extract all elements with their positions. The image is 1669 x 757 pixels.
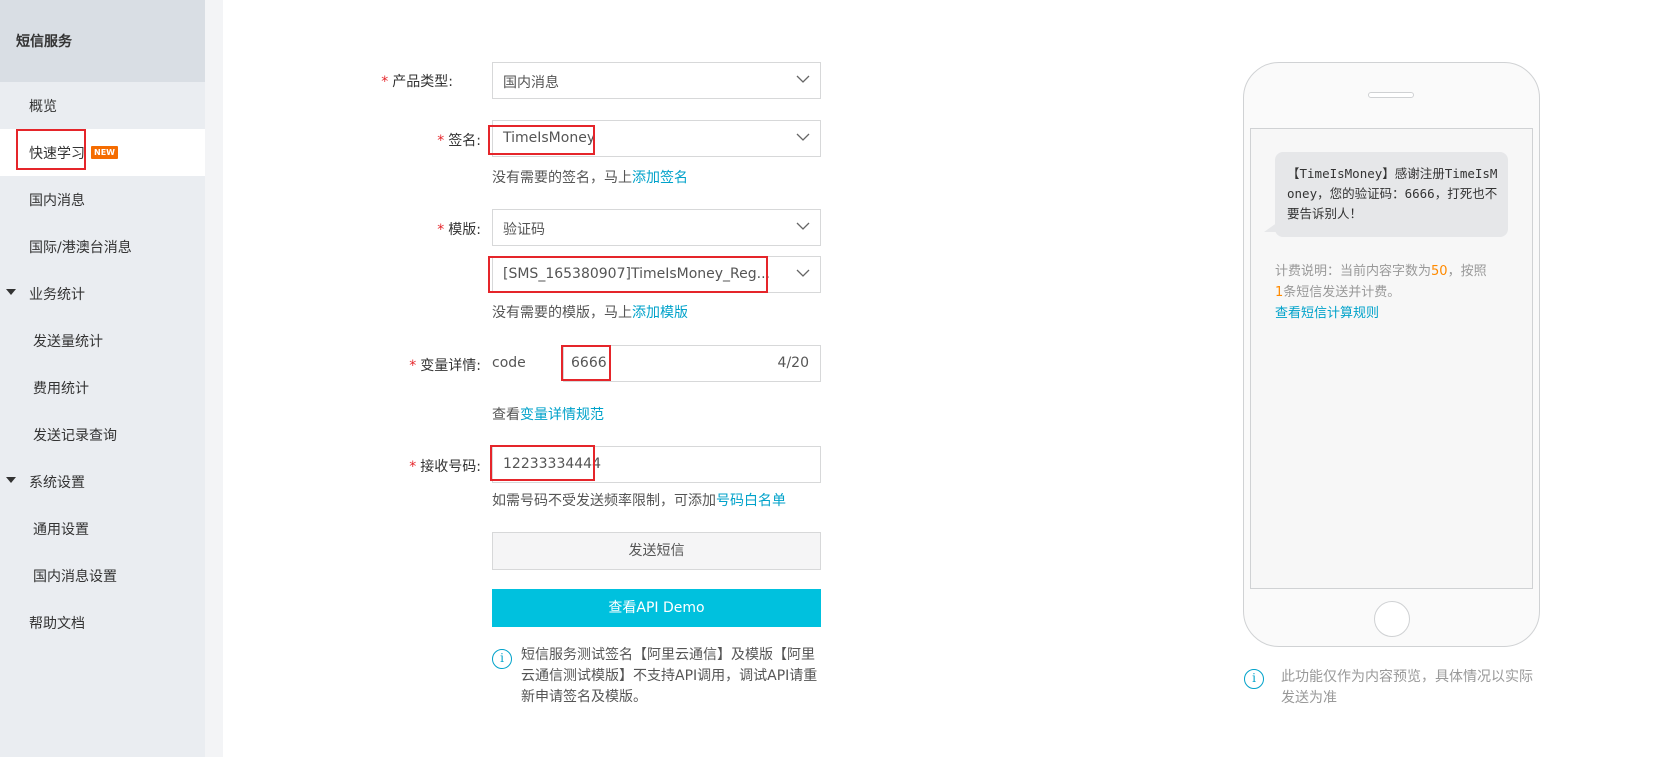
send-sms-button[interactable]: 发送短信 (492, 532, 821, 570)
select-value: 国内消息 (503, 75, 559, 91)
add-template-link[interactable]: 添加模版 (632, 305, 688, 321)
label-text: 接收号码: (420, 459, 481, 475)
new-badge: NEW (91, 146, 118, 159)
input-value: 6666 (571, 355, 607, 371)
sidebar-group-system-settings[interactable]: 系统设置 (0, 458, 205, 505)
fee-description: 计费说明：当前内容字数为50，按照 1条短信发送并计费。 查看短信计算规则 (1275, 261, 1515, 324)
sidebar-item-domestic[interactable]: 国内消息 (0, 176, 205, 223)
note-line: 发送为准 (1281, 690, 1337, 706)
message-text: 【TimeIsMoney】感谢注册TimeIsMoney，您的验证码：6666，… (1287, 166, 1498, 221)
hint-text: 查看 (492, 407, 520, 423)
sidebar-title: 短信服务 (16, 34, 72, 50)
required-mark: * (409, 459, 417, 475)
phone-hint: 如需号码不受发送频率限制，可添加号码白名单 (492, 490, 786, 510)
sidebar-item-domestic-settings[interactable]: 国内消息设置 (0, 552, 205, 599)
variables-label: * 变量详情: (409, 355, 481, 375)
select-value: [SMS_165380907]TimeIsMoney_Reg... (503, 266, 770, 282)
hint-text: 没有需要的模版，马上 (492, 305, 632, 321)
signature-hint: 没有需要的签名，马上添加签名 (492, 167, 688, 187)
required-mark: * (437, 222, 445, 238)
fee-rules-link[interactable]: 查看短信计算规则 (1275, 306, 1379, 321)
sidebar-item-send-volume[interactable]: 发送量统计 (0, 317, 205, 364)
signature-select[interactable]: TimeIsMoney (492, 120, 821, 157)
test-signature-note: 短信服务测试签名【阿里云通信】及模版【阿里 云通信测试模版】不支持API调用，调… (521, 645, 817, 708)
sidebar-item-label: 业务统计 (29, 287, 85, 303)
sidebar-item-label: 帮助文档 (29, 616, 85, 632)
note-line: 云通信测试模版】不支持API调用，调试API请重 (521, 668, 818, 684)
sidebar-item-quick-learn[interactable]: 快速学习 NEW (0, 129, 205, 176)
template-label: * 模版: (437, 219, 481, 239)
note-line: 此功能仅作为内容预览，具体情况以实际 (1281, 669, 1533, 685)
sidebar-item-general-settings[interactable]: 通用设置 (0, 505, 205, 552)
product-type-label: * 产品类型: (381, 71, 453, 91)
required-mark: * (381, 74, 389, 90)
label-text: 模版: (448, 222, 481, 238)
chevron-down-icon (796, 75, 810, 83)
variables-hint: 查看变量详情规范 (492, 404, 604, 424)
sidebar-item-cost-stats[interactable]: 费用统计 (0, 364, 205, 411)
phone-input[interactable]: 12233334444 (492, 446, 821, 483)
phone-home-button (1374, 601, 1410, 637)
api-demo-button[interactable]: 查看API Demo (492, 589, 821, 627)
required-mark: * (437, 133, 445, 149)
variable-name: code (492, 355, 526, 371)
sidebar-item-international[interactable]: 国际/港澳台消息 (0, 223, 205, 270)
variable-value-input[interactable]: 6666 4/20 (563, 345, 821, 382)
sidebar-item-label: 国际/港澳台消息 (29, 240, 132, 256)
label-text: 产品类型: (392, 74, 453, 90)
caret-down-icon (6, 477, 16, 483)
phone-label: * 接收号码: (409, 456, 481, 476)
hint-text: 没有需要的签名，马上 (492, 170, 632, 186)
note-line: 短信服务测试签名【阿里云通信】及模版【阿里 (521, 647, 815, 663)
select-value: 验证码 (503, 222, 545, 238)
sidebar-item-label: 通用设置 (33, 522, 89, 538)
content-gutter (205, 0, 223, 757)
fee-text: 计费说明：当前内容字数为 (1275, 264, 1432, 279)
required-mark: * (409, 358, 417, 374)
template-type-select[interactable]: 验证码 (492, 209, 821, 246)
sidebar-item-label: 费用统计 (33, 381, 89, 397)
char-count: 50 (1431, 264, 1448, 279)
sidebar-item-overview[interactable]: 概览 (0, 82, 205, 129)
sidebar-header: 短信服务 (0, 0, 205, 82)
sidebar-item-label: 系统设置 (29, 475, 85, 491)
sidebar-item-help-docs[interactable]: 帮助文档 (0, 599, 205, 646)
template-hint: 没有需要的模版，马上添加模版 (492, 302, 688, 322)
phone-speaker (1368, 92, 1414, 98)
fee-text: 条短信发送并计费。 (1283, 285, 1401, 300)
sidebar-item-label: 发送量统计 (33, 334, 103, 350)
signature-label: * 签名: (437, 130, 481, 150)
sidebar-item-send-records[interactable]: 发送记录查询 (0, 411, 205, 458)
template-select[interactable]: [SMS_165380907]TimeIsMoney_Reg... (492, 256, 821, 293)
info-icon: i (492, 649, 512, 669)
sidebar-item-label: 国内消息 (29, 193, 85, 209)
note-line: 新申请签名及模版。 (521, 689, 647, 705)
sidebar-item-label: 发送记录查询 (33, 428, 117, 444)
product-type-select[interactable]: 国内消息 (492, 62, 821, 99)
sidebar-item-label: 概览 (29, 99, 57, 115)
label-text: 签名: (448, 133, 481, 149)
chevron-down-icon (796, 133, 810, 141)
info-icon: i (1244, 669, 1264, 689)
caret-down-icon (6, 289, 16, 295)
input-value: 12233334444 (503, 456, 601, 472)
preview-disclaimer: 此功能仅作为内容预览，具体情况以实际 发送为准 (1281, 667, 1533, 709)
label-text: 变量详情: (420, 358, 481, 374)
fee-text: ，按照 (1447, 264, 1487, 279)
char-counter: 4/20 (777, 355, 809, 371)
chevron-down-icon (796, 222, 810, 230)
add-signature-link[interactable]: 添加签名 (632, 170, 688, 186)
sidebar-item-label: 快速学习 (29, 146, 85, 162)
sidebar-group-business-stats[interactable]: 业务统计 (0, 270, 205, 317)
variable-spec-link[interactable]: 变量详情规范 (520, 407, 604, 423)
chevron-down-icon (796, 269, 810, 277)
select-value: TimeIsMoney (503, 130, 596, 146)
whitelist-link[interactable]: 号码白名单 (716, 493, 786, 509)
hint-text: 如需号码不受发送频率限制，可添加 (492, 493, 716, 509)
sidebar: 短信服务 概览 快速学习 NEW 国内消息 国际/港澳台消息 业务统计 发送量统… (0, 0, 205, 757)
sidebar-item-label: 国内消息设置 (33, 569, 117, 585)
